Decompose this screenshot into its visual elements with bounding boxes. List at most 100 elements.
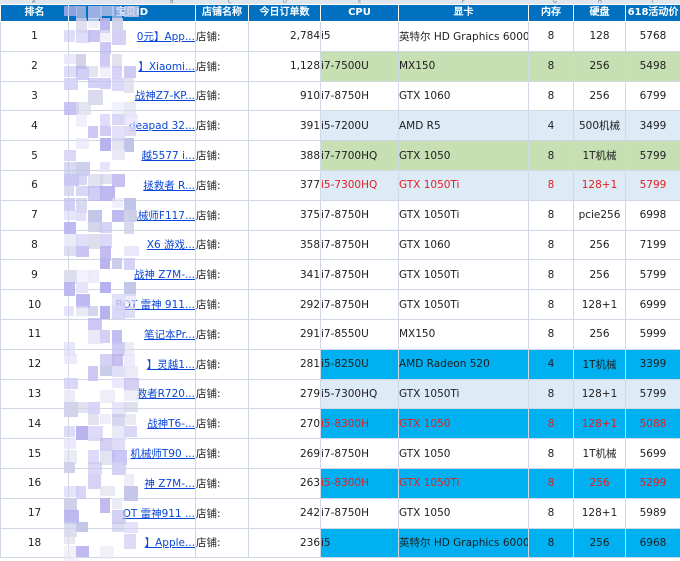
rank-cell[interactable]: 16	[1, 468, 69, 498]
cpu-cell[interactable]: i5-7300HQ	[321, 379, 399, 409]
item-link[interactable]: 拯救者 R...	[143, 180, 195, 192]
memory-cell[interactable]: 8	[529, 319, 574, 349]
shop-cell[interactable]: 店铺:	[196, 141, 249, 171]
orders-cell[interactable]: 358	[249, 230, 321, 260]
gpu-cell[interactable]: GTX 1050Ti	[399, 260, 529, 290]
item-link[interactable]: 机械师F117...	[127, 210, 195, 222]
item-link-cell[interactable]: 0元】App...	[69, 22, 196, 52]
item-link-cell[interactable]: 笔记本Pr...	[69, 319, 196, 349]
shop-cell[interactable]: 店铺:	[196, 51, 249, 81]
item-link[interactable]: OT 雷神911 ...	[123, 508, 195, 520]
item-link[interactable]: 救者R720...	[137, 388, 195, 400]
rank-cell[interactable]: 6	[1, 170, 69, 200]
gpu-cell[interactable]: 英特尔 HD Graphics 6000	[399, 22, 529, 52]
item-link-cell[interactable]: OT 雷神911 ...	[69, 498, 196, 528]
disk-cell[interactable]: 256	[574, 468, 626, 498]
price-cell[interactable]: 5999	[626, 319, 680, 349]
item-link-cell[interactable]: 救者R720...	[69, 379, 196, 409]
disk-cell[interactable]: pcie256	[574, 200, 626, 230]
item-link-cell[interactable]: 】Xiaomi...	[69, 51, 196, 81]
rank-cell[interactable]: 8	[1, 230, 69, 260]
item-link[interactable]: X6 游戏...	[147, 239, 195, 251]
disk-cell[interactable]: 256	[574, 51, 626, 81]
rank-cell[interactable]: 15	[1, 439, 69, 469]
shop-cell[interactable]: 店铺:	[196, 260, 249, 290]
gpu-cell[interactable]: GTX 1050Ti	[399, 468, 529, 498]
orders-cell[interactable]: 270	[249, 409, 321, 439]
shop-cell[interactable]: 店铺:	[196, 111, 249, 141]
disk-cell[interactable]: 128	[574, 22, 626, 52]
cpu-cell[interactable]: i7-8750H	[321, 290, 399, 320]
shop-cell[interactable]: 店铺:	[196, 22, 249, 52]
memory-cell[interactable]: 8	[529, 528, 574, 558]
gpu-cell[interactable]: GTX 1050	[399, 498, 529, 528]
price-cell[interactable]: 3399	[626, 349, 680, 379]
cpu-cell[interactable]: i7-8750H	[321, 260, 399, 290]
shop-cell[interactable]: 店铺:	[196, 439, 249, 469]
orders-cell[interactable]: 375	[249, 200, 321, 230]
shop-cell[interactable]: 店铺:	[196, 379, 249, 409]
gpu-cell[interactable]: GTX 1050	[399, 439, 529, 469]
gpu-cell[interactable]: MX150	[399, 51, 529, 81]
memory-cell[interactable]: 8	[529, 409, 574, 439]
disk-cell[interactable]: 1T机械	[574, 141, 626, 171]
cpu-cell[interactable]: i5-7300HQ	[321, 170, 399, 200]
item-link-cell[interactable]: BOT 雷神 911...	[69, 290, 196, 320]
rank-cell[interactable]: 7	[1, 200, 69, 230]
disk-cell[interactable]: 1T机械	[574, 439, 626, 469]
item-link[interactable]: 】灵越1...	[147, 359, 195, 371]
header-memory[interactable]: 内存	[529, 5, 574, 22]
disk-cell[interactable]: 256	[574, 260, 626, 290]
cpu-cell[interactable]: i7-7700HQ	[321, 141, 399, 171]
memory-cell[interactable]: 8	[529, 468, 574, 498]
price-cell[interactable]: 5799	[626, 260, 680, 290]
header-shop-name[interactable]: 店铺名称	[196, 5, 249, 22]
item-link[interactable]: 】Xiaomi...	[138, 61, 195, 73]
item-link[interactable]: 战神Z7-KP...	[135, 90, 195, 102]
header-disk[interactable]: 硬盘	[574, 5, 626, 22]
item-link-cell[interactable]: 战神T6-...	[69, 409, 196, 439]
memory-cell[interactable]: 8	[529, 439, 574, 469]
memory-cell[interactable]: 8	[529, 22, 574, 52]
shop-cell[interactable]: 店铺:	[196, 81, 249, 111]
orders-cell[interactable]: 910	[249, 81, 321, 111]
orders-cell[interactable]: 242	[249, 498, 321, 528]
shop-cell[interactable]: 店铺:	[196, 319, 249, 349]
memory-cell[interactable]: 8	[529, 230, 574, 260]
orders-cell[interactable]: 291	[249, 319, 321, 349]
rank-cell[interactable]: 11	[1, 319, 69, 349]
gpu-cell[interactable]: GTX 1050Ti	[399, 170, 529, 200]
gpu-cell[interactable]: GTX 1060	[399, 230, 529, 260]
price-cell[interactable]: 5699	[626, 439, 680, 469]
disk-cell[interactable]: 500机械	[574, 111, 626, 141]
shop-cell[interactable]: 店铺:	[196, 349, 249, 379]
gpu-cell[interactable]: GTX 1050	[399, 409, 529, 439]
memory-cell[interactable]: 8	[529, 141, 574, 171]
orders-cell[interactable]: 388	[249, 141, 321, 171]
gpu-cell[interactable]: GTX 1050Ti	[399, 290, 529, 320]
rank-cell[interactable]: 14	[1, 409, 69, 439]
gpu-cell[interactable]: AMD Radeon 520	[399, 349, 529, 379]
orders-cell[interactable]: 269	[249, 439, 321, 469]
disk-cell[interactable]: 128+1	[574, 409, 626, 439]
gpu-cell[interactable]: 英特尔 HD Graphics 6000	[399, 528, 529, 558]
price-cell[interactable]: 5799	[626, 379, 680, 409]
price-cell[interactable]: 6968	[626, 528, 680, 558]
disk-cell[interactable]: 1T机械	[574, 349, 626, 379]
disk-cell[interactable]: 256	[574, 230, 626, 260]
cpu-cell[interactable]: i7-7500U	[321, 51, 399, 81]
item-link[interactable]: 机械师T90 ...	[130, 448, 195, 460]
item-link[interactable]: BOT 雷神 911...	[116, 299, 195, 311]
item-link-cell[interactable]: 】Apple...	[69, 528, 196, 558]
item-link[interactable]: 战神T6-...	[147, 418, 195, 430]
cpu-cell[interactable]: i5-8300H	[321, 468, 399, 498]
rank-cell[interactable]: 9	[1, 260, 69, 290]
price-cell[interactable]: 6799	[626, 81, 680, 111]
disk-cell[interactable]: 256	[574, 81, 626, 111]
rank-cell[interactable]: 18	[1, 528, 69, 558]
cpu-cell[interactable]: i7-8750H	[321, 230, 399, 260]
price-cell[interactable]: 5989	[626, 498, 680, 528]
item-link-cell[interactable]: 】灵越1...	[69, 349, 196, 379]
shop-cell[interactable]: 店铺:	[196, 170, 249, 200]
rank-cell[interactable]: 17	[1, 498, 69, 528]
